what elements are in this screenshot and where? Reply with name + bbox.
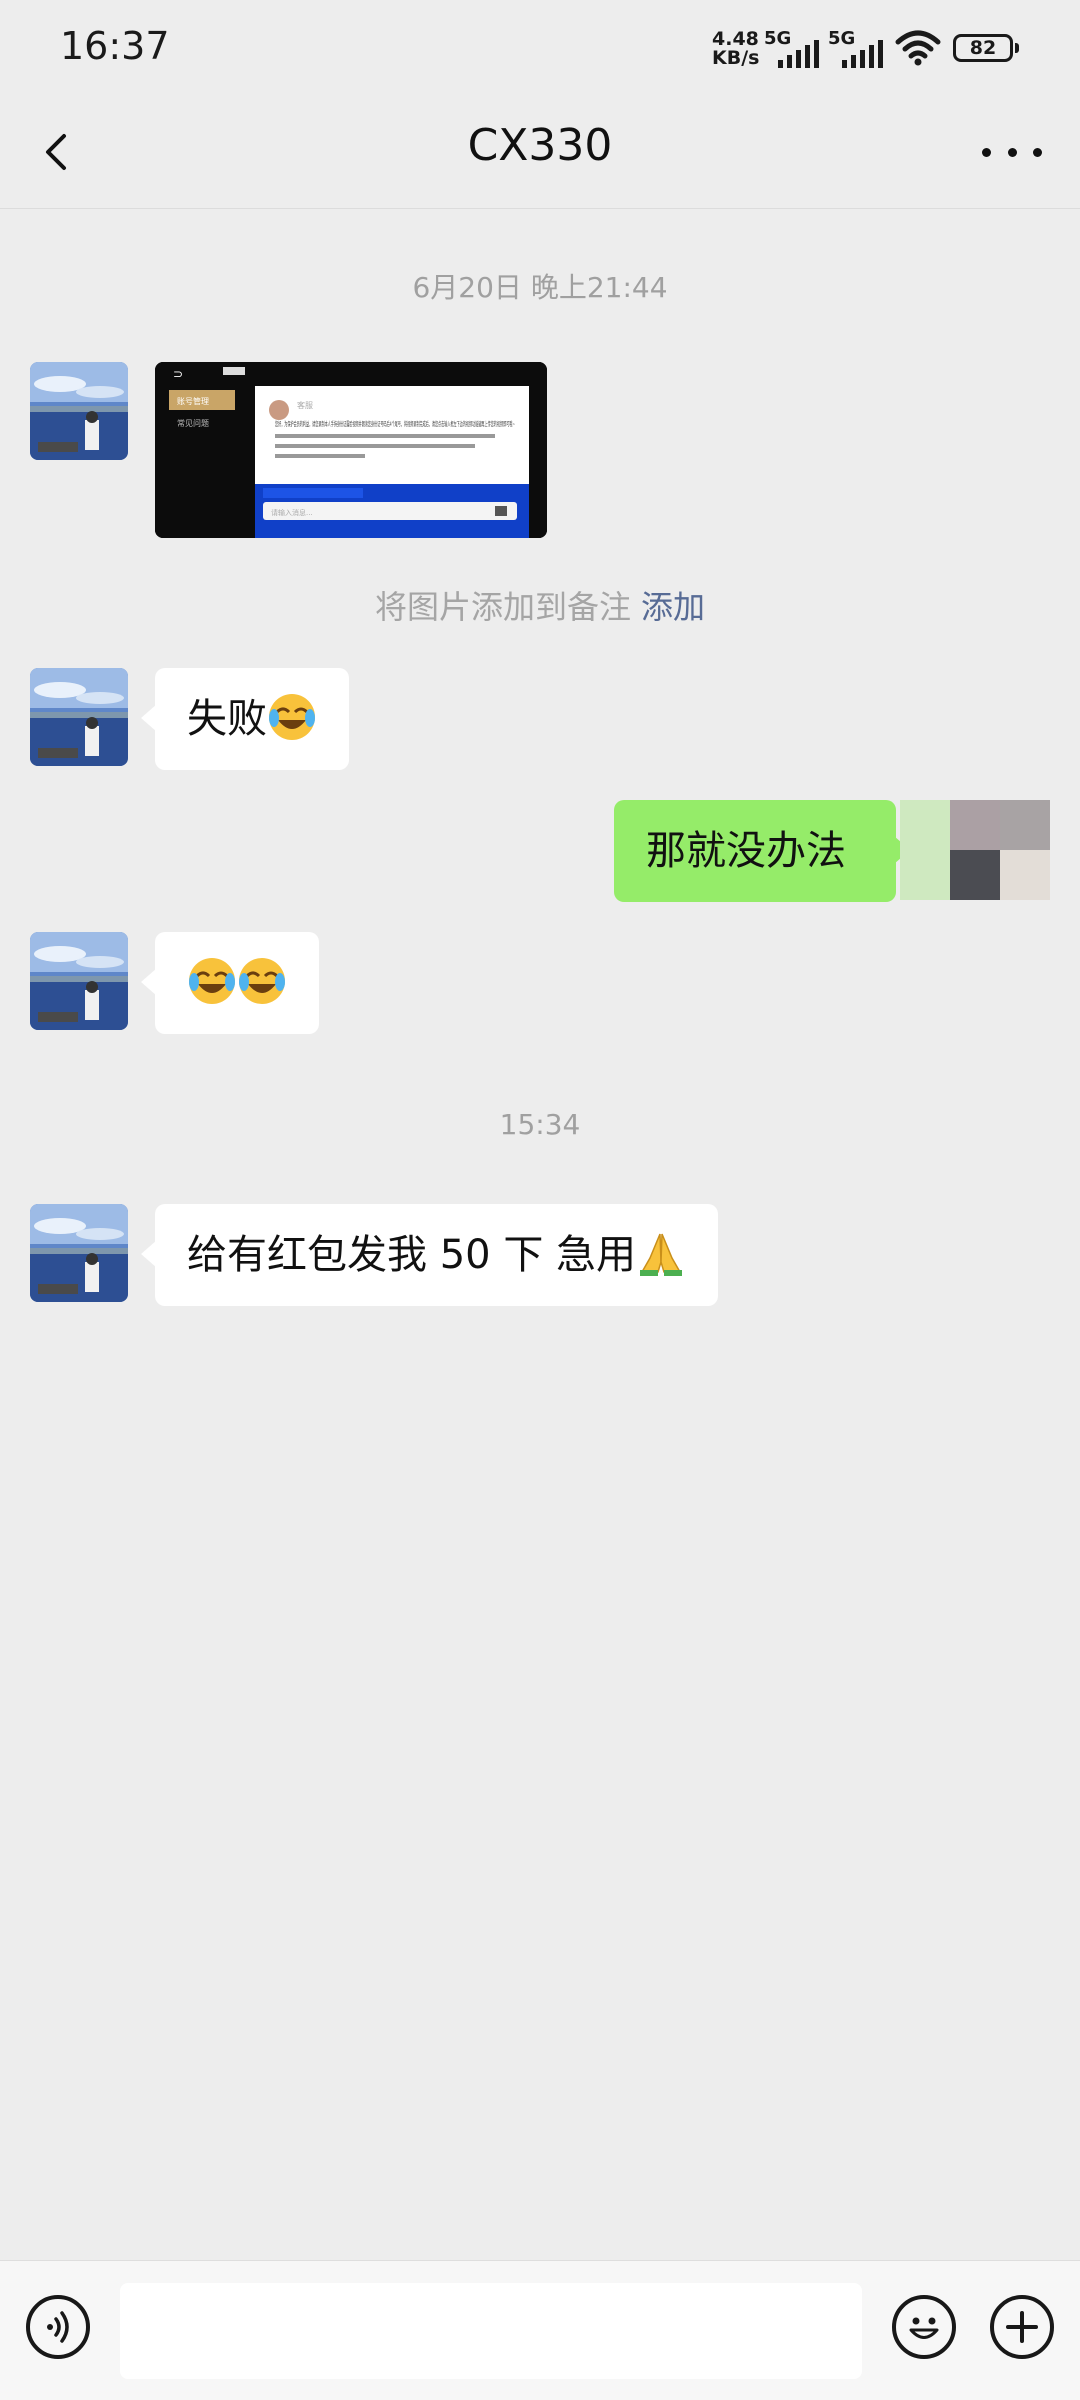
input-bar [0, 2260, 1080, 2400]
mosaic-avatar[interactable] [900, 800, 1050, 900]
chat-header: CX330 [0, 96, 1080, 209]
thumb-text: 您好，为保护会员的利益，请您录制本人手持身份证露脸视频并朗读您身份证号码后4个尾… [275, 419, 515, 428]
chat-screen: 16:37 4.48 KB/s 5G 5G 82 CX330 6月20日 晚上2… [0, 0, 1080, 2400]
my-message-bubble[interactable]: 那就没办法 [614, 800, 910, 902]
emoji-icon[interactable] [892, 2295, 956, 2359]
message-text: 那就没办法 [646, 828, 846, 874]
status-bar: 16:37 4.48 KB/s 5G 5G 82 [0, 0, 1080, 96]
thumb-sender: 客服 [297, 400, 313, 410]
thumb-menu2: 常见问题 [177, 419, 209, 428]
wifi-icon [895, 30, 941, 66]
message-input[interactable] [120, 2283, 862, 2379]
svg-text:⊃: ⊃ [173, 367, 183, 381]
network-speed: 4.48 KB/s [712, 30, 759, 68]
laugh-cry-emoji-icon [269, 694, 315, 740]
image-hint-text: 将图片添加到备注 [374, 588, 631, 626]
more-dots-icon[interactable] [982, 142, 1042, 162]
message-bubble[interactable]: 失败 [141, 668, 349, 770]
pray-hands-emoji-icon [640, 1233, 683, 1276]
signal-icon-2: 5G [828, 28, 890, 68]
plus-icon[interactable] [990, 2295, 1054, 2359]
message-bubble[interactable] [141, 932, 319, 1034]
add-to-notes-link[interactable]: 添加 [641, 588, 705, 626]
avatar[interactable] [30, 668, 128, 766]
avatar[interactable] [30, 362, 128, 460]
chat-title: CX330 [467, 120, 613, 171]
network-speed-unit: KB/s [712, 47, 760, 69]
thumb-placeholder: 请输入消息... [271, 508, 313, 517]
laugh-cry-emoji-icon [189, 958, 235, 1004]
avatar[interactable] [30, 932, 128, 1030]
battery-icon: 82 [953, 34, 1019, 62]
message-text: 失败 [187, 696, 267, 742]
message-text: 给有红包发我 50 下 急用 [187, 1232, 637, 1278]
image-message[interactable]: ⊃ 账号管理 常见问题 客服 您好，为保护会员的利益，请您录制本人手持身份证露脸… [155, 362, 547, 538]
thumb-menu1: 账号管理 [177, 396, 209, 406]
timestamp: 6月20日 晚上21:44 [412, 271, 668, 304]
voice-icon[interactable] [26, 2295, 90, 2359]
message-bubble[interactable]: 给有红包发我 50 下 急用 [140, 1204, 719, 1306]
timestamp: 15:34 [499, 1108, 581, 1141]
status-time: 16:37 [60, 24, 170, 68]
laugh-cry-emoji-icon [239, 958, 285, 1004]
avatar[interactable] [30, 1204, 128, 1302]
image-hint: 将图片添加到备注 添加 [0, 582, 1080, 628]
